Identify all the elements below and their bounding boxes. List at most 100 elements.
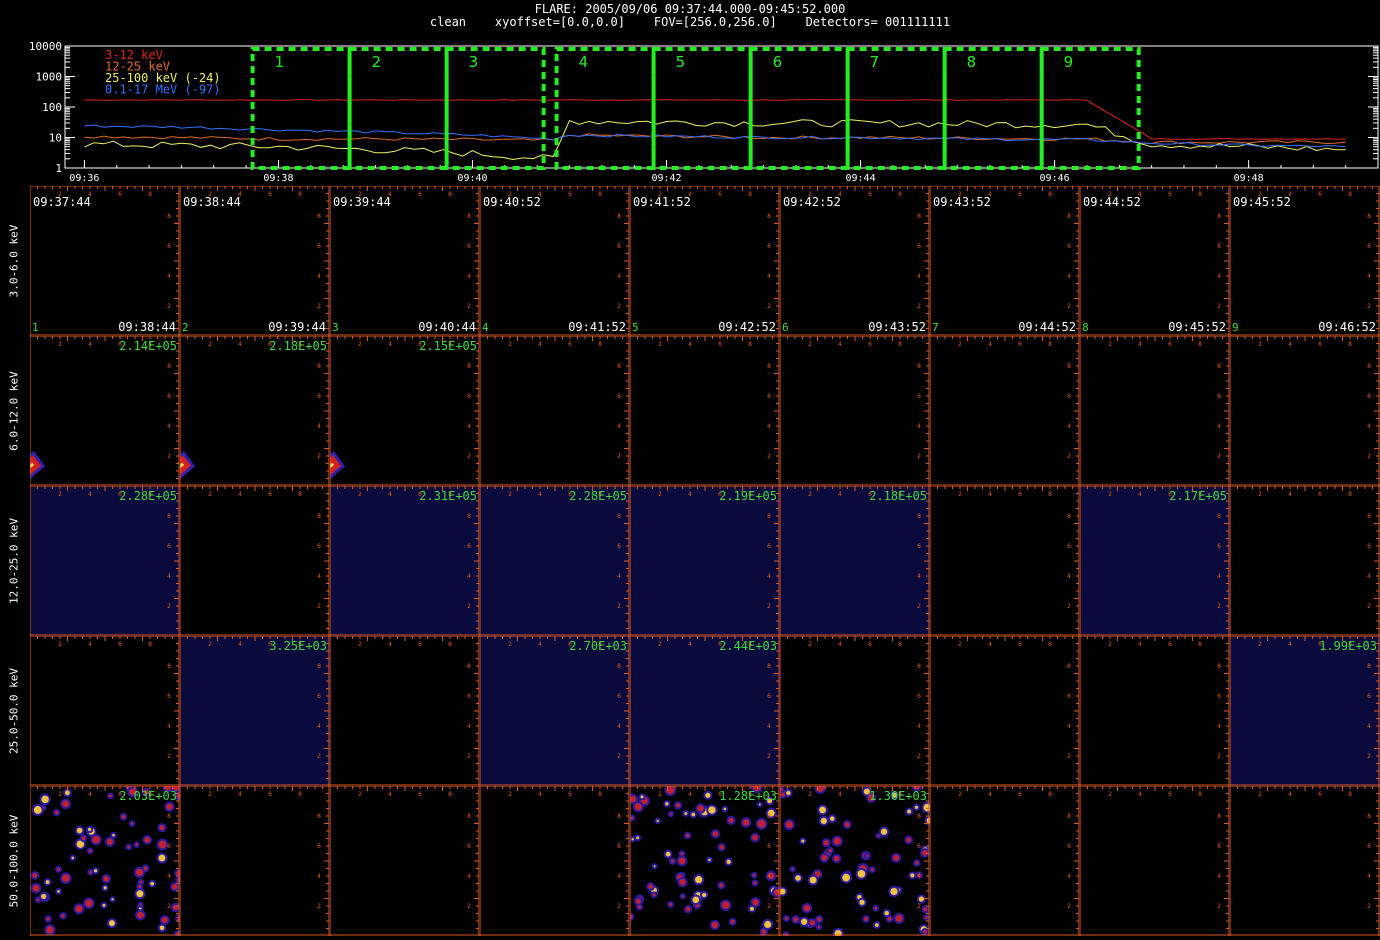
axis-tick-label: 6: [767, 843, 771, 850]
image-cell[interactable]: 2 2 4 4 6 6 8 8: [1080, 786, 1230, 936]
interval-end-time: 09:42:52: [718, 320, 776, 334]
axis-tick-label: 4: [1138, 491, 1142, 498]
image-cell[interactable]: 2 2 4 4 6 6 8 8: [480, 336, 630, 486]
image-cell[interactable]: 2 2 4 4 6 6 8 8 09:41:52 5 09:42:52: [630, 186, 780, 336]
speckle: [112, 833, 115, 837]
y-tick-label: 1: [55, 162, 62, 175]
image-cell[interactable]: 2 2 4 4 6 6 8 8: [30, 636, 180, 786]
axis-tick-label: 2: [1067, 303, 1071, 310]
image-cell[interactable]: 2 2 4 4 6 6 8 8 09:44:52 8 09:45:52: [1080, 186, 1230, 336]
image-cell[interactable]: 2 2 4 4 6 6 8 8 09:40:52 4 09:41:52: [480, 186, 630, 336]
image-cell[interactable]: 2 2 4 4 6 6 8 8 2.03E+03: [30, 786, 180, 936]
image-cell[interactable]: 2 2 4 4 6 6 8 8: [930, 486, 1080, 636]
speckle: [795, 875, 801, 881]
image-cell[interactable]: 2 2 4 4 6 6 8 8 09:42:52 6 09:43:52: [780, 186, 930, 336]
image-cell[interactable]: 2 2 4 4 6 6 8 8 2.28E+05: [30, 486, 180, 636]
axis-tick-label: 8: [1067, 213, 1071, 220]
image-cell[interactable]: 2 2 4 4 6 6 8 8 09:37:44 1 09:38:44: [30, 186, 180, 336]
speckle: [88, 849, 92, 853]
speckle: [915, 861, 919, 865]
axis-tick-label: 8: [1367, 213, 1371, 220]
axis-tick-label: 6: [1168, 341, 1172, 348]
speckle: [758, 803, 761, 806]
axis-tick-label: 6: [167, 243, 171, 250]
image-cell[interactable]: 2 2 4 4 6 6 8 8: [780, 636, 930, 786]
image-cell[interactable]: 2 2 4 4 6 6 8 8: [1230, 486, 1380, 636]
speckle: [784, 916, 788, 921]
axis-tick-label: 2: [1067, 603, 1071, 610]
axis-tick-label: 2: [1367, 903, 1371, 910]
image-cell[interactable]: 2 2 4 4 6 6 8 8 09:43:52 7 09:44:52: [930, 186, 1080, 336]
image-cell[interactable]: 2 2 4 4 6 6 8 8: [330, 786, 480, 936]
image-cell[interactable]: 2 2 4 4 6 6 8 8 09:45:52 9 09:46:52: [1230, 186, 1380, 336]
speckle: [36, 898, 40, 902]
axis-tick-label: 8: [1048, 641, 1052, 648]
image-cell[interactable]: 2 2 4 4 6 6 8 8 2.28E+05: [480, 486, 630, 636]
axis-tick-label: 4: [988, 341, 992, 348]
axis-tick-label: 6: [1318, 191, 1322, 198]
axis-tick-label: 6: [617, 243, 621, 250]
interval-number: 2: [182, 321, 189, 334]
image-cell[interactable]: 2 2 4 4 6 6 8 8: [1080, 636, 1230, 786]
speckle: [56, 867, 61, 871]
axis-tick-label: 4: [388, 791, 392, 798]
image-cell[interactable]: 2 2 4 4 6 6 8 8: [780, 336, 930, 486]
image-cell[interactable]: 2 2 4 4 6 6 8 8: [480, 786, 630, 936]
image-cell[interactable]: 2 2 4 4 6 6 8 8 1.30E+03: [780, 786, 930, 936]
image-cell[interactable]: 2 2 4 4 6 6 8 8: [930, 336, 1080, 486]
image-cell[interactable]: 2 2 4 4 6 6 8 8: [630, 336, 780, 486]
interval-start-time: 09:44:52: [1083, 195, 1141, 209]
image-cell[interactable]: 2 2 4 4 6 6 8 8: [930, 786, 1080, 936]
x-tick-label: 09:48: [1234, 173, 1264, 184]
image-cell[interactable]: 2 2 4 4 6 6 8 8 09:38:44 2 09:39:44: [180, 186, 330, 336]
image-cell[interactable]: 2 2 4 4 6 6 8 8 1.28E+03: [630, 786, 780, 936]
axis-tick-label: 4: [1067, 423, 1071, 430]
image-cell[interactable]: 2 2 4 4 6 6 8 8: [180, 786, 330, 936]
image-peak-value: 2.14E+05: [119, 339, 177, 353]
speckle: [828, 848, 832, 853]
axis-tick-label: 2: [958, 491, 962, 498]
image-cell[interactable]: 2 2 4 4 6 6 8 8 2.18E+05: [780, 486, 930, 636]
image-cell[interactable]: 2 2 4 4 6 6 8 8 2.44E+03: [630, 636, 780, 786]
image-cell[interactable]: 2 2 4 4 6 6 8 8: [180, 486, 330, 636]
axis-tick-label: 2: [917, 903, 921, 910]
image-cell[interactable]: 2 2 4 4 6 6 8 8: [1230, 336, 1380, 486]
image-cell[interactable]: 2 2 4 4 6 6 8 8 2.15E+05: [330, 336, 480, 486]
speckle: [923, 929, 927, 934]
image-cell[interactable]: 2 2 4 4 6 6 8 8: [1230, 786, 1380, 936]
image-cell[interactable]: 2 2 4 4 6 6 8 8: [330, 636, 480, 786]
speckle: [33, 806, 42, 814]
image-cell[interactable]: 2 2 4 4 6 6 8 8 2.14E+05: [30, 336, 180, 486]
axis-tick-label: 6: [1217, 393, 1221, 400]
image-cell[interactable]: 2 2 4 4 6 6 8 8 2.70E+03: [480, 636, 630, 786]
interval-end-time: 09:39:44: [268, 320, 326, 334]
image-cell[interactable]: 2 2 4 4 6 6 8 8 1.99E+03: [1230, 636, 1380, 786]
speckle: [865, 854, 869, 857]
image-cell[interactable]: 2 2 4 4 6 6 8 8 2.18E+05: [180, 336, 330, 486]
image-peak-value: 1.30E+03: [869, 789, 927, 803]
axis-tick-label: 6: [317, 543, 321, 550]
axis-tick-label: 8: [467, 513, 471, 520]
image-cell[interactable]: 2 2 4 4 6 6 8 8 3.25E+03: [180, 636, 330, 786]
speckle: [171, 883, 178, 890]
image-cell[interactable]: 2 2 4 4 6 6 8 8 2.19E+05: [630, 486, 780, 636]
interval-number: 1: [32, 321, 39, 334]
axis-tick-label: 8: [298, 191, 302, 198]
image-cell[interactable]: 2 2 4 4 6 6 8 8: [930, 636, 1080, 786]
speckle: [103, 876, 109, 882]
speckle: [634, 803, 642, 811]
image-cell[interactable]: 2 2 4 4 6 6 8 8 2.17E+05: [1080, 486, 1230, 636]
axis-tick-label: 8: [1348, 791, 1352, 798]
axis-tick-label: 4: [1138, 641, 1142, 648]
image-cell[interactable]: 2 2 4 4 6 6 8 8 2.31E+05: [330, 486, 480, 636]
axis-tick-label: 2: [208, 791, 212, 798]
speckle: [918, 896, 924, 902]
speckle: [785, 821, 793, 829]
axis-tick-label: 6: [617, 543, 621, 550]
axis-tick-label: 4: [88, 641, 92, 648]
axis-tick-label: 4: [1217, 723, 1221, 730]
image-cell[interactable]: 2 2 4 4 6 6 8 8: [1080, 336, 1230, 486]
speckle: [92, 835, 100, 844]
image-cell[interactable]: 2 2 4 4 6 6 8 8 09:39:44 3 09:40:44: [330, 186, 480, 336]
axis-tick-label: 4: [838, 341, 842, 348]
